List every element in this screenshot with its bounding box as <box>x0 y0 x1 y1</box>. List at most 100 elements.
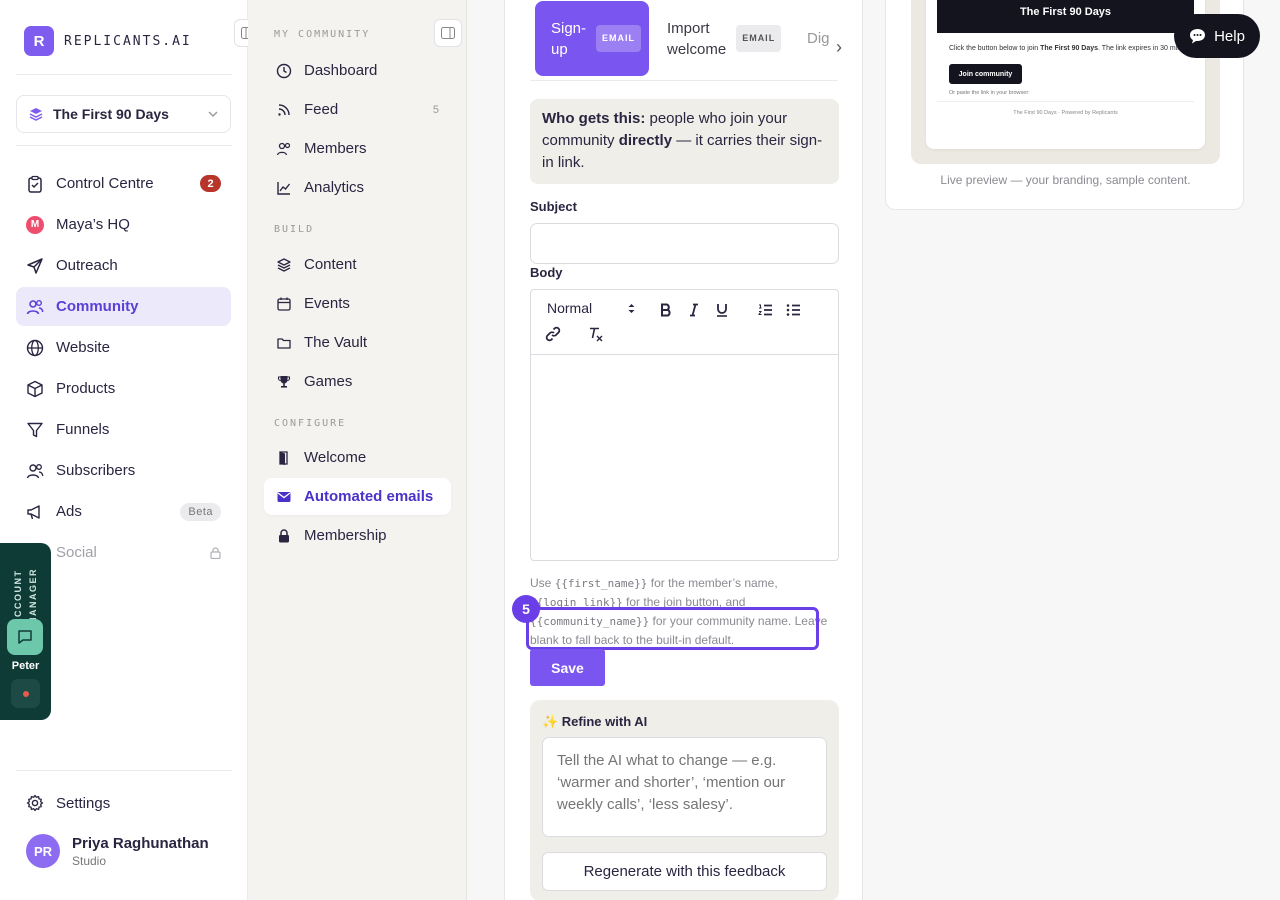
info-strong: directly <box>618 132 673 149</box>
workspace-switcher[interactable]: The First 90 Days <box>16 95 231 133</box>
clear-format-button[interactable] <box>585 323 607 345</box>
nav-item-mayas-hq[interactable]: M Maya’s HQ <box>16 205 231 244</box>
bullet-list-icon <box>786 304 800 316</box>
gear-icon <box>26 794 44 812</box>
status-dot <box>22 690 29 697</box>
subnav-item-welcome[interactable]: Welcome <box>264 439 451 476</box>
preview-text: The First 90 Days <box>1040 45 1099 52</box>
avatar: PR <box>26 834 60 868</box>
tab-label: Import welcome <box>667 19 727 58</box>
account-manager-widget[interactable]: ACCOUNT MANAGER Peter <box>0 543 51 720</box>
tab-sign-up[interactable]: Sign-up EMAIL <box>535 1 649 76</box>
globe-icon <box>26 339 44 356</box>
italic-button[interactable] <box>683 299 705 321</box>
settings-label: Settings <box>56 794 111 812</box>
nav-label: Social <box>56 544 97 561</box>
nav-item-outreach[interactable]: Outreach <box>16 246 231 285</box>
info-lead: Who gets this: <box>542 110 646 127</box>
underline-button[interactable] <box>711 299 733 321</box>
subnav-item-members[interactable]: Members <box>264 130 451 167</box>
notification-badge: 2 <box>200 175 221 192</box>
clock-icon <box>276 63 292 78</box>
underline-icon <box>717 304 727 317</box>
subnav-item-membership[interactable]: Membership <box>264 517 451 554</box>
account-manager-name: Peter <box>11 660 40 672</box>
regenerate-button[interactable]: Regenerate with this feedback <box>542 852 827 891</box>
chevron-right-icon[interactable]: › <box>836 37 842 58</box>
preview-body: Click the button below to join The First… <box>949 45 1196 52</box>
bullet-list-button[interactable] <box>782 299 804 321</box>
subnav-label: Events <box>304 295 350 312</box>
subject-input[interactable] <box>530 223 839 264</box>
hint-text: for the member’s name, <box>647 576 778 590</box>
main-sidebar: R REPLICANTS.AI The First 90 Days Contro… <box>0 0 262 900</box>
community-subnav: MY COMMUNITY Dashboard Feed 5 Members An… <box>248 0 467 900</box>
nav-item-community[interactable]: Community <box>16 287 231 326</box>
nav-item-subscribers[interactable]: Subscribers <box>16 451 231 490</box>
users-icon <box>26 299 44 314</box>
brand[interactable]: R REPLICANTS.AI <box>24 26 192 56</box>
nav-item-website[interactable]: Website <box>16 328 231 367</box>
nav-label: Products <box>56 380 116 397</box>
rss-icon <box>278 103 290 116</box>
layers-icon <box>277 257 291 272</box>
subnav-label: Dashboard <box>304 62 378 79</box>
audience-info-box: Who gets this: people who join your comm… <box>530 99 839 184</box>
refine-title: ✨ Refine with AI <box>542 714 648 729</box>
feed-count: 5 <box>432 103 439 116</box>
nav-item-products[interactable]: Products <box>16 369 231 408</box>
body-editor[interactable] <box>530 354 839 561</box>
megaphone-icon <box>27 504 40 519</box>
subnav-label: Feed <box>304 101 339 118</box>
subnav-item-events[interactable]: Events <box>264 285 451 322</box>
divider <box>16 74 232 75</box>
tour-step-badge: 5 <box>512 595 540 623</box>
nav-item-control-centre[interactable]: Control Centre 2 <box>16 164 231 203</box>
nav-item-funnels[interactable]: Funnels <box>16 410 231 449</box>
settings-link[interactable]: Settings <box>26 794 110 812</box>
chevron-down-icon <box>208 111 218 117</box>
subnav-toggle-button[interactable] <box>434 19 462 47</box>
tour-highlight <box>526 607 819 650</box>
subnav-item-feed[interactable]: Feed 5 <box>264 91 451 128</box>
refine-feedback-input[interactable] <box>542 737 827 837</box>
nav-label: Outreach <box>56 257 118 274</box>
body-label: Body <box>530 265 563 280</box>
ordered-list-button[interactable] <box>754 299 776 321</box>
chat-button[interactable] <box>7 619 43 655</box>
italic-icon <box>690 303 698 317</box>
sidebar-panel-icon <box>441 27 455 39</box>
bold-button[interactable] <box>655 299 677 321</box>
chart-line-icon <box>277 181 291 195</box>
nav-item-ads[interactable]: Ads Beta <box>16 492 231 531</box>
subnav-item-dashboard[interactable]: Dashboard <box>264 52 451 89</box>
nav-label: Community <box>56 298 139 315</box>
email-tag: EMAIL <box>596 25 642 52</box>
subnav-item-analytics[interactable]: Analytics <box>264 169 451 206</box>
email-tag: EMAIL <box>736 25 782 52</box>
workspace-name: The First 90 Days <box>53 106 169 122</box>
format-select[interactable]: Normal <box>547 300 635 316</box>
tab-digest[interactable]: Dig <box>791 1 831 76</box>
link-button[interactable] <box>542 323 564 345</box>
ordered-list-icon <box>757 304 772 316</box>
hint-text: Use <box>530 576 555 590</box>
subnav-item-games[interactable]: Games <box>264 363 451 400</box>
subnav-item-the-vault[interactable]: The Vault <box>264 324 451 361</box>
nav-label: Website <box>56 339 110 356</box>
subnav-item-automated-emails[interactable]: Automated emails <box>264 478 451 515</box>
tab-label: Sign-up <box>551 19 587 58</box>
help-button[interactable]: Help <box>1174 14 1260 58</box>
primary-nav: Control Centre 2 M Maya’s HQ Outreach Co… <box>16 164 231 574</box>
door-icon <box>279 450 288 465</box>
email-type-tabs: Sign-up EMAIL Import welcome EMAIL Dig › <box>530 0 842 81</box>
variable-first-name: {{first_name}} <box>554 577 648 590</box>
chat-bubble-icon <box>1190 29 1206 44</box>
nav-label: Maya’s HQ <box>56 216 130 233</box>
tab-import-welcome[interactable]: Import welcome EMAIL <box>651 1 786 76</box>
user-profile[interactable]: PR Priya Raghunathan Studio <box>26 834 209 868</box>
bold-icon <box>661 303 671 317</box>
subnav-item-content[interactable]: Content <box>264 246 451 283</box>
save-button[interactable]: Save <box>530 649 605 686</box>
chat-icon <box>18 630 32 644</box>
